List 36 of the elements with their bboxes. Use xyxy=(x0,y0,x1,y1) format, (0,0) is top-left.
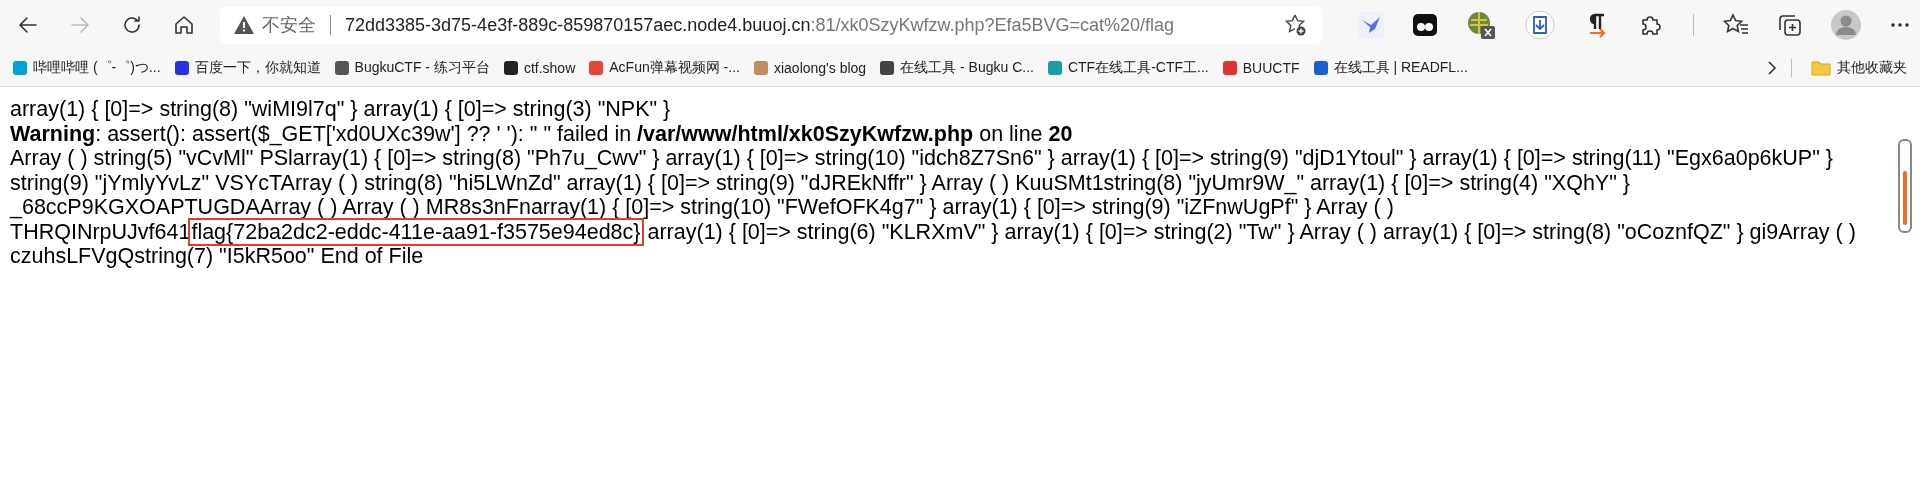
security-label: 不安全 xyxy=(262,14,316,37)
warning-icon xyxy=(234,16,254,34)
forward-arrow-icon xyxy=(69,14,91,36)
bookmark[interactable]: 哔哩哔哩 (゜-゜)つ... xyxy=(8,57,166,79)
bookmark[interactable]: BugkuCTF - 练习平台 xyxy=(329,57,495,79)
collections-icon[interactable] xyxy=(1777,13,1802,37)
bookmark[interactable]: 在线工具 | READFL... xyxy=(1308,57,1473,79)
address-bar[interactable]: 不安全 72dd3385-3d75-4e3f-889c-859870157aec.node4.buuoj.cn:81/xk0SzyKwfzw.php?Efa5BVG=cat%20/flag xyxy=(220,6,1322,44)
flag-highlight: flag{72ba2dc2-eddc-411e-aa91-f3575e94ed8c} xyxy=(190,219,642,244)
back-arrow-icon xyxy=(17,14,39,36)
url-path: :81/xk0SzyKwfzw.php?Efa5BVG=cat%20/flag xyxy=(810,14,1175,36)
scrollbar[interactable] xyxy=(1898,139,1912,233)
other-bookmarks-folder[interactable]: 其他收藏夹 xyxy=(1806,57,1912,79)
bookmark[interactable]: ctf.show xyxy=(498,58,581,78)
dots-extension-icon[interactable] xyxy=(1413,14,1438,36)
profile-avatar[interactable] xyxy=(1830,10,1861,40)
add-favorite-icon[interactable] xyxy=(1284,13,1308,37)
folder-icon xyxy=(1811,60,1831,76)
bookmark[interactable]: 百度一下，你就知道 xyxy=(169,57,326,79)
chevron-icon[interactable] xyxy=(1767,60,1777,76)
download-extension-icon[interactable] xyxy=(1525,10,1556,40)
bookmark[interactable]: 在线工具 - Bugku C... xyxy=(875,57,1039,79)
bookmark[interactable]: CTF在线工具-CTF工... xyxy=(1042,57,1214,79)
bookmark[interactable]: xiaolong's blog xyxy=(748,58,872,78)
bookmark[interactable]: BUUCTF xyxy=(1217,58,1305,78)
more-icon[interactable] xyxy=(1889,22,1910,28)
refresh-icon xyxy=(121,14,143,36)
bird-extension-icon[interactable] xyxy=(1358,12,1384,38)
home-icon xyxy=(173,14,195,36)
globe-extension-icon[interactable] xyxy=(1466,10,1497,40)
output-text: array(1) { [0]=> string(8) "wiMI9l7q" } array(1) { [0]=> string(3) "NPK" } xyxy=(10,97,672,122)
favorites-icon[interactable] xyxy=(1722,13,1749,37)
url-host: 72dd3385-3d75-4e3f-889c-859870157aec.node4.buuoj.cn xyxy=(345,14,811,36)
extensions-icon[interactable] xyxy=(1639,13,1664,37)
bookmark[interactable]: AcFun弹幕视频网 -... xyxy=(584,57,745,79)
warning-message: Warning: assert(): assert($_GET['xd0UXc39w'] ?? ' '): " " failed in /var/www/html/xk0SzyKwfzw.php on line 20 xyxy=(10,121,1074,146)
